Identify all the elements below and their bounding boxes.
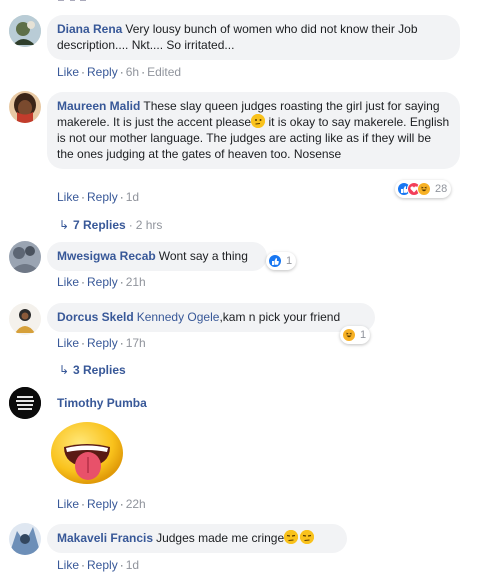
avatar[interactable] [9,523,41,555]
replies-count-label[interactable]: 3 Replies [73,363,126,377]
comment-author[interactable]: Maureen Malid [57,99,140,113]
timestamp[interactable]: 22h [126,497,146,511]
reaction-summary[interactable]: 1 [340,326,371,344]
comment-bubble: Mwesigwa Recab Wont say a thing [47,242,267,271]
comment-bubble: Dorcus Skeld Kennedy Ogele,kam n pick you… [47,303,375,332]
avatar[interactable] [9,387,41,419]
comment-actions: Like · Reply · 6h · Edited [57,65,181,79]
comment-actions: Like · Reply · 1d [57,190,139,204]
separator: · [81,497,86,511]
reply-link[interactable]: Reply [87,65,118,79]
comment-author[interactable]: Makaveli Francis [57,531,153,545]
reaction-count: 1 [360,329,367,341]
reaction-summary[interactable]: 28 [395,180,452,198]
reply-link[interactable]: Reply [87,275,118,289]
reply-link[interactable]: Reply [87,558,118,572]
like-link[interactable]: Like [57,275,79,289]
avatar[interactable] [9,241,41,273]
replies-timestamp: 2 hrs [135,218,163,232]
avatar-photo [9,241,41,273]
separator: · [81,558,86,572]
avatar-photo [9,523,41,555]
haha-reaction-icon [342,328,356,342]
separator: · [119,275,124,289]
avatar-photo [9,387,41,419]
reply-arrow-icon: ↳ [59,218,70,232]
reply-link[interactable]: Reply [87,497,118,511]
comment-author[interactable]: Diana Rena [57,22,122,36]
separator: · [119,336,124,350]
comment-author[interactable]: Timothy Pumba [57,396,147,410]
reply-link[interactable]: Reply [87,336,118,350]
thinking-emoji-icon [251,114,266,128]
separator: · [81,65,86,79]
reply-arrow-icon: ↳ [59,363,70,377]
separator: · [119,497,124,511]
comment-actions: Like · Reply · 21h [57,275,146,289]
unamused-emoji-icon [284,530,299,544]
like-link[interactable]: Like [57,65,79,79]
unamused-emoji-icon [300,530,315,544]
avatar-photo [9,303,41,335]
comment-text: Wont say a thing [158,249,248,263]
reaction-count: 28 [435,183,448,195]
view-replies-link[interactable]: ↳ 7 Replies · 2 hrs [59,218,162,232]
comment-author[interactable]: Dorcus Skeld [57,310,134,324]
timestamp[interactable]: 17h [126,336,146,350]
reaction-summary[interactable]: 1 [266,252,297,270]
comment-bubble: Diana Rena Very lousy bunch of women who … [47,15,460,60]
comment-text: Judges made me cringe [156,531,285,545]
timestamp[interactable]: 21h [126,275,146,289]
comment-author[interactable]: Mwesigwa Recab [57,249,156,263]
comment-actions: Like · Reply · 22h [57,497,146,511]
separator: · [141,65,146,79]
replies-count-label[interactable]: 7 Replies [73,218,126,232]
like-reaction-icon [268,254,282,268]
comment-actions: Like · Reply · 1d [57,558,139,572]
like-link[interactable]: Like [57,336,79,350]
separator: · [119,558,124,572]
like-link[interactable]: Like [57,558,79,572]
like-link[interactable]: Like [57,190,79,204]
avatar[interactable] [9,303,41,335]
avatar-photo [9,91,41,123]
timestamp[interactable]: 6h [126,65,139,79]
comment-bubble: Maureen Malid These slay queen judges roa… [47,92,460,169]
reaction-count: 1 [286,255,293,267]
comment-bubble: Makaveli Francis Judges made me cringe [47,524,347,553]
view-replies-link[interactable]: ↳ 3 Replies [59,363,126,377]
avatar-photo [9,15,41,47]
separator: · [119,190,124,204]
timestamp[interactable]: 1d [126,190,139,204]
cut-text-fragment [58,0,86,1]
haha-reaction-icon [417,182,431,196]
tongue-out-sticker-icon[interactable] [50,421,124,485]
avatar[interactable] [9,15,41,47]
timestamp[interactable]: 1d [126,558,139,572]
separator: · [81,336,86,350]
separator: · [128,218,133,232]
previous-comment-fragment [56,0,126,2]
like-link[interactable]: Like [57,497,79,511]
edited-label[interactable]: Edited [147,65,181,79]
separator: · [81,275,86,289]
comment-actions: Like · Reply · 17h [57,336,146,350]
separator: · [119,65,124,79]
separator: · [81,190,86,204]
comment-text: ,kam n pick your friend [219,310,341,324]
mention-link[interactable]: Kennedy Ogele [137,310,220,324]
avatar[interactable] [9,91,41,123]
reply-link[interactable]: Reply [87,190,118,204]
